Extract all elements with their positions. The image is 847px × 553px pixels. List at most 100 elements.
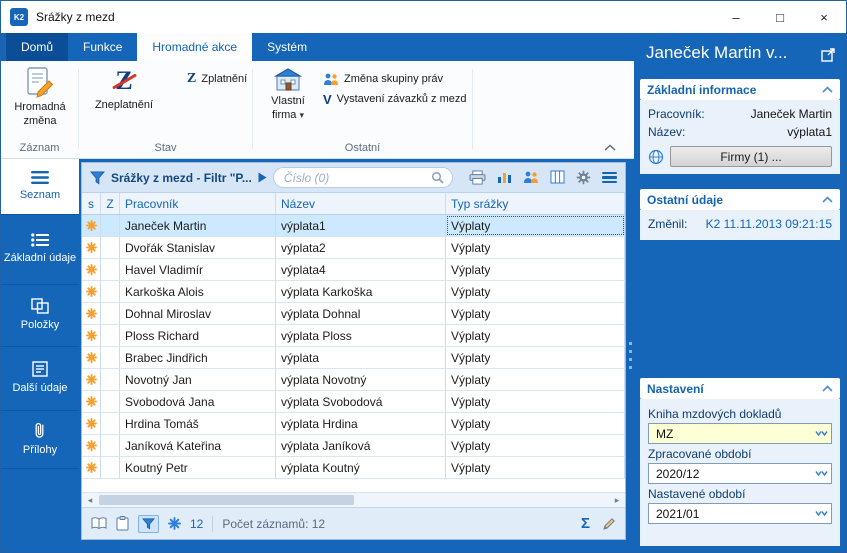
collapse-section-icon[interactable] — [822, 196, 833, 203]
nazev-cell[interactable]: výplata4 — [276, 259, 446, 280]
nazev-cell[interactable]: výplata Ploss — [276, 325, 446, 346]
maximize-button[interactable]: □ — [758, 1, 802, 33]
typ-srazky-cell[interactable]: Výplaty — [446, 435, 625, 456]
nazev-cell[interactable]: výplata Svobodová — [276, 391, 446, 412]
horizontal-scrollbar[interactable]: ◂ ▸ — [82, 492, 625, 507]
table-row[interactable]: Brabec Jindřich výplata Výplaty — [82, 347, 625, 369]
pracovnik-cell[interactable]: Novotný Jan — [120, 369, 276, 390]
nazev-cell[interactable]: výplata Novotný — [276, 369, 446, 390]
table-row[interactable]: Svobodová Jana výplata Svobodová Výplaty — [82, 391, 625, 413]
tab-funkce[interactable]: Funkce — [68, 33, 137, 61]
typ-srazky-cell[interactable]: Výplaty — [446, 391, 625, 412]
snowflake-icon[interactable] — [168, 517, 181, 530]
section-header-nastaveni[interactable]: Nastavení — [640, 378, 840, 399]
pracovnik-cell[interactable]: Janíková Kateřina — [120, 435, 276, 456]
table-row[interactable]: Karkoška Alois výplata Karkoška Výplaty — [82, 281, 625, 303]
kniha-combo[interactable] — [648, 423, 832, 444]
pracovnik-cell[interactable]: Brabec Jindřich — [120, 347, 276, 368]
nastavene-input[interactable] — [654, 506, 812, 522]
sidebar-item-dalsi-udaje[interactable]: Další údaje — [1, 347, 79, 411]
dropdown-icon[interactable] — [815, 510, 828, 518]
typ-srazky-cell[interactable]: Výplaty — [446, 237, 625, 258]
typ-srazky-cell[interactable]: Výplaty — [446, 215, 625, 236]
table-row[interactable]: Ploss Richard výplata Ploss Výplaty — [82, 325, 625, 347]
pane-splitter[interactable] — [626, 159, 634, 552]
typ-srazky-cell[interactable]: Výplaty — [446, 281, 625, 302]
column-header-nazev[interactable]: Název — [276, 193, 446, 214]
table-row[interactable]: Janeček Martin výplata1 Výplaty — [82, 215, 625, 237]
scroll-left-icon[interactable]: ◂ — [82, 495, 98, 506]
collapse-ribbon-icon[interactable] — [604, 144, 616, 151]
sum-icon[interactable]: Σ — [581, 515, 590, 532]
nastavene-combo[interactable] — [648, 503, 832, 524]
sidebar-item-zakladni-udaje[interactable]: Základní údaje — [1, 215, 79, 285]
pracovnik-cell[interactable]: Koutný Petr — [120, 457, 276, 478]
gear-icon[interactable] — [576, 170, 591, 185]
dropdown-icon[interactable] — [815, 470, 828, 478]
minimize-button[interactable]: – — [714, 1, 758, 33]
search-box[interactable] — [273, 167, 453, 188]
pracovnik-cell[interactable]: Svobodová Jana — [120, 391, 276, 412]
hromadna-zmena-button[interactable]: Hromadná změna — [7, 66, 73, 142]
collapse-section-icon[interactable] — [822, 385, 833, 392]
column-header-typ-srazky[interactable]: Typ srážky — [446, 193, 625, 214]
sidebar-item-polozky[interactable]: Položky — [1, 285, 79, 347]
nazev-cell[interactable]: výplata Janíková — [276, 435, 446, 456]
pracovnik-cell[interactable]: Havel Vladimír — [120, 259, 276, 280]
pracovnik-cell[interactable]: Janeček Martin — [120, 215, 276, 236]
typ-srazky-cell[interactable]: Výplaty — [446, 325, 625, 346]
play-icon[interactable] — [258, 172, 267, 183]
scroll-right-icon[interactable]: ▸ — [609, 495, 625, 506]
pracovnik-cell[interactable]: Dohnal Miroslav — [120, 303, 276, 324]
nazev-cell[interactable]: výplata Dohnal — [276, 303, 446, 324]
table-row[interactable]: Hrdina Tomáš výplata Hrdina Výplaty — [82, 413, 625, 435]
table-row[interactable]: Novotný Jan výplata Novotný Výplaty — [82, 369, 625, 391]
filter-toggle-button[interactable] — [138, 515, 159, 533]
pracovnik-cell[interactable]: Ploss Richard — [120, 325, 276, 346]
sidebar-item-seznam[interactable]: Seznam — [1, 159, 79, 215]
tab-system[interactable]: Systém — [252, 33, 322, 61]
column-header-pracovnik[interactable]: Pracovník — [120, 193, 276, 214]
column-header-s[interactable]: s — [82, 193, 101, 214]
nazev-cell[interactable]: výplata Koutný — [276, 457, 446, 478]
typ-srazky-cell[interactable]: Výplaty — [446, 303, 625, 324]
zpracovane-combo[interactable] — [648, 463, 832, 484]
zpracovane-input[interactable] — [654, 466, 812, 482]
tab-hromadne-akce[interactable]: Hromadné akce — [137, 33, 252, 61]
typ-srazky-cell[interactable]: Výplaty — [446, 369, 625, 390]
users-icon[interactable] — [523, 170, 539, 184]
nazev-cell[interactable]: výplata Karkoška — [276, 281, 446, 302]
column-header-z[interactable]: Z — [101, 193, 120, 214]
table-row[interactable]: Havel Vladimír výplata4 Výplaty — [82, 259, 625, 281]
table-row[interactable]: Dvořák Stanislav výplata2 Výplaty — [82, 237, 625, 259]
edit-pencil-icon[interactable] — [602, 517, 616, 531]
search-input[interactable] — [282, 170, 427, 186]
tab-domu[interactable]: Domů — [6, 33, 68, 61]
collapse-section-icon[interactable] — [822, 86, 833, 93]
vystaveni-zavazku-button[interactable]: V Vystavení závazků z mezd — [323, 90, 467, 108]
popout-icon[interactable] — [821, 47, 836, 62]
zneplatneni-button[interactable]: Z Zneplatnění — [87, 66, 161, 142]
table-row[interactable]: Koutný Petr výplata Koutný Výplaty — [82, 457, 625, 479]
kniha-input[interactable] — [654, 426, 812, 442]
nazev-cell[interactable]: výplata — [276, 347, 446, 368]
pracovnik-cell[interactable]: Hrdina Tomáš — [120, 413, 276, 434]
close-button[interactable]: × — [802, 1, 846, 33]
pracovnik-cell[interactable]: Karkoška Alois — [120, 281, 276, 302]
section-header-ostatni-udaje[interactable]: Ostatní údaje — [640, 189, 840, 210]
sidebar-item-prilohy[interactable]: Přílohy — [1, 411, 79, 469]
typ-srazky-cell[interactable]: Výplaty — [446, 457, 625, 478]
nazev-cell[interactable]: výplata1 — [276, 215, 446, 236]
zmena-skupiny-prav-button[interactable]: Změna skupiny práv — [323, 70, 443, 88]
typ-srazky-cell[interactable]: Výplaty — [446, 413, 625, 434]
nazev-cell[interactable]: výplata2 — [276, 237, 446, 258]
vlastni-firma-button[interactable]: Vlastní firma ▾ — [259, 66, 317, 142]
nazev-cell[interactable]: výplata Hrdina — [276, 413, 446, 434]
grid-menu-icon[interactable] — [602, 170, 617, 186]
dropdown-icon[interactable] — [815, 430, 828, 438]
chart-icon[interactable] — [497, 170, 512, 184]
scrollbar-thumb[interactable] — [99, 495, 354, 505]
table-row[interactable]: Dohnal Miroslav výplata Dohnal Výplaty — [82, 303, 625, 325]
firmy-button[interactable]: Firmy (1) ... — [670, 146, 832, 167]
section-header-zakladni-informace[interactable]: Základní informace — [640, 79, 840, 100]
